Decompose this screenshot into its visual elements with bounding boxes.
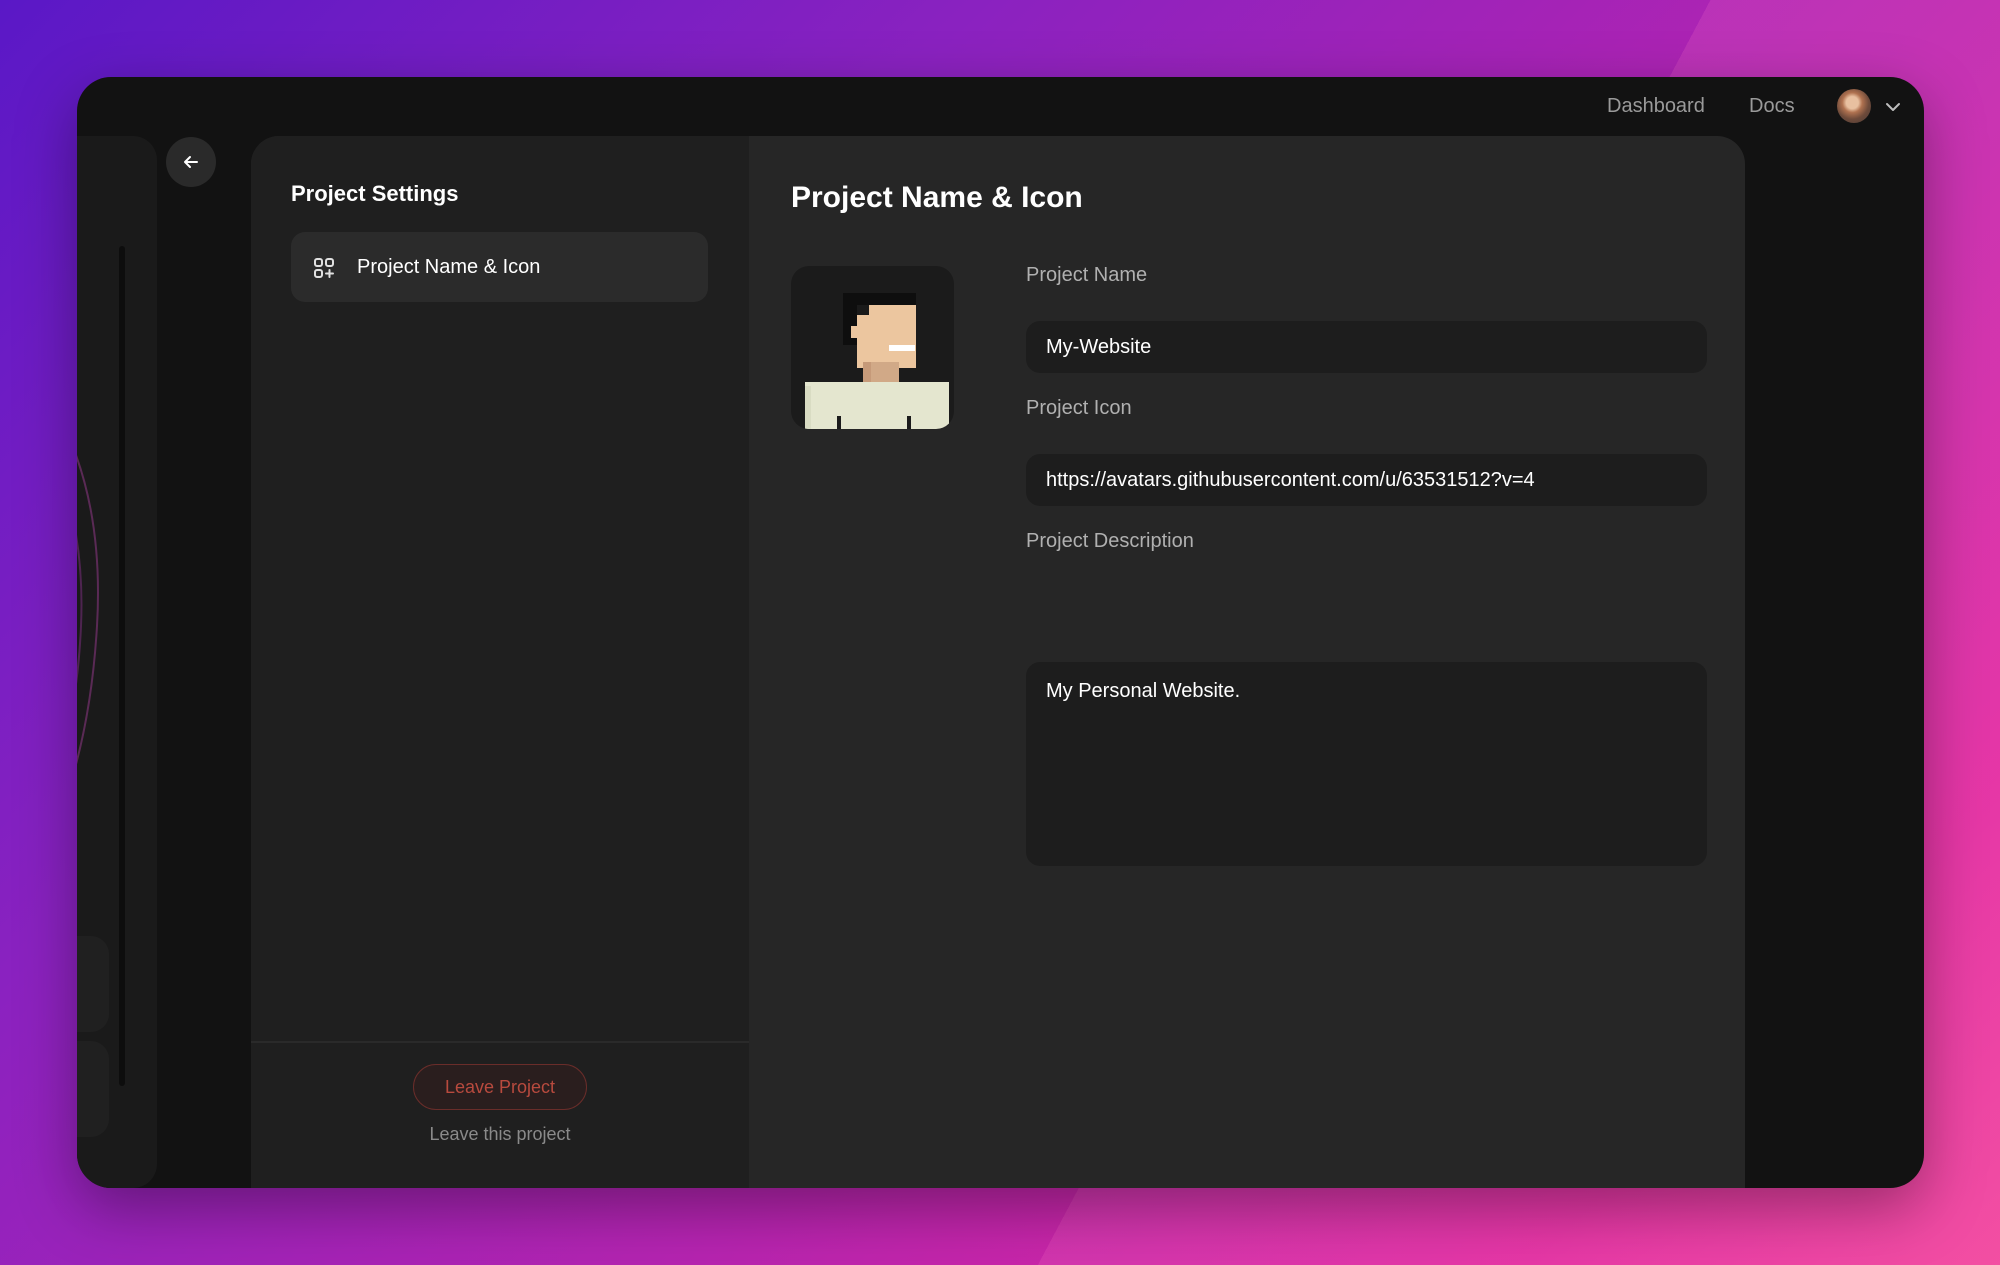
project-icon-preview[interactable] bbox=[791, 266, 954, 429]
pixel-avatar-image bbox=[805, 293, 949, 429]
app-window: Dashboard Docs Project Settings Project … bbox=[77, 77, 1924, 1188]
project-icon-label: Project Icon bbox=[1026, 397, 1132, 419]
nav-docs-link[interactable]: Docs bbox=[1749, 95, 1795, 118]
sidebar-item-label: Project Name & Icon bbox=[357, 256, 541, 278]
decorative-arcs bbox=[77, 455, 99, 765]
background-card bbox=[77, 1041, 109, 1137]
chevron-down-icon[interactable] bbox=[1883, 97, 1903, 117]
apps-add-icon bbox=[314, 258, 334, 278]
user-avatar-icon[interactable] bbox=[1837, 89, 1871, 123]
nav-dashboard-link[interactable]: Dashboard bbox=[1607, 95, 1705, 118]
background-scrollbar bbox=[119, 246, 125, 1086]
back-button[interactable] bbox=[166, 137, 216, 187]
background-card bbox=[77, 936, 109, 1032]
background-panel bbox=[77, 136, 157, 1188]
leave-project-button[interactable]: Leave Project bbox=[413, 1064, 587, 1110]
project-name-input[interactable] bbox=[1026, 321, 1707, 373]
project-description-input[interactable]: My Personal Website. bbox=[1026, 662, 1707, 866]
project-name-label: Project Name bbox=[1026, 264, 1148, 286]
arrow-left-icon bbox=[184, 156, 198, 168]
leave-project-caption: Leave this project bbox=[429, 1124, 571, 1144]
settings-sidebar: Project Settings Project Name & Icon Lea… bbox=[251, 136, 749, 1188]
page-title: Project Name & Icon bbox=[791, 181, 1083, 214]
sidebar-item-project-name-icon[interactable]: Project Name & Icon bbox=[291, 232, 708, 302]
settings-modal: Project Settings Project Name & Icon Lea… bbox=[251, 136, 1745, 1188]
sidebar-divider bbox=[251, 1041, 749, 1043]
project-description-label: Project Description bbox=[1026, 530, 1194, 552]
sidebar-title: Project Settings bbox=[291, 181, 459, 206]
project-icon-input[interactable] bbox=[1026, 454, 1707, 506]
top-nav: Dashboard Docs bbox=[77, 77, 1924, 137]
